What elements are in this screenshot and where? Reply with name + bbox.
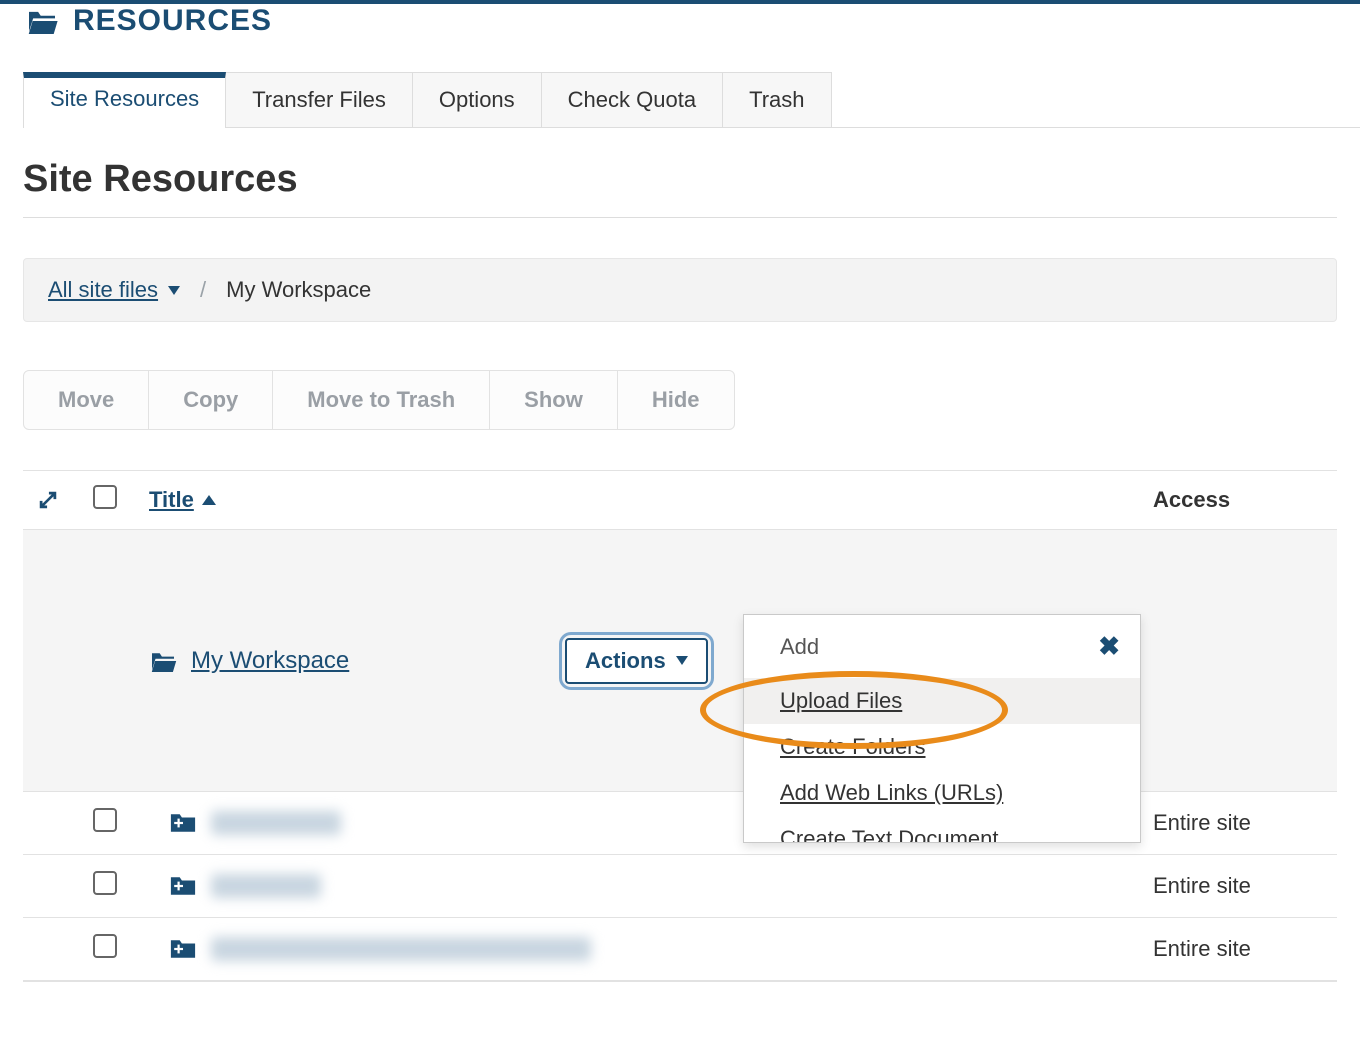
divider [23,217,1337,218]
access-label: Entire site [1153,936,1251,961]
caret-down-icon [676,656,688,665]
access-label: Entire site [1153,810,1251,835]
folder-closed-icon[interactable] [169,812,197,834]
dropdown-item-upload-files[interactable]: Upload Files [744,678,1140,724]
row-checkbox[interactable] [93,808,117,832]
tool-title: RESOURCES [73,4,272,38]
page-title: Site Resources [23,158,1360,201]
move-to-trash-button[interactable]: Move to Trash [272,370,490,430]
access-label: Entire site [1153,873,1251,898]
redacted-folder-name [211,937,591,961]
tab-bar: Site Resources Transfer Files Options Ch… [23,72,1360,128]
dropdown-header: Add ✖ [744,615,1140,678]
move-button[interactable]: Move [23,370,149,430]
actions-dropdown: Add ✖ Upload Files Create Folders Add We… [743,614,1141,843]
resources-table: Title Access My Workspace Actions [23,470,1337,982]
dropdown-item-add-web-links[interactable]: Add Web Links (URLs) [744,770,1140,816]
tab-site-resources[interactable]: Site Resources [23,72,226,127]
folder-open-icon [25,8,59,34]
dropdown-item-create-text-document[interactable]: Create Text Document [744,816,1140,842]
actions-button[interactable]: Actions [565,638,708,684]
column-header-title: Title [149,487,963,513]
tab-trash[interactable]: Trash [722,72,831,127]
expand-all-icon[interactable] [37,489,93,511]
tool-header: RESOURCES [0,4,1360,48]
table-row: Entire site [23,918,1337,981]
root-folder-row: My Workspace Actions Add ✖ Upload Files … [23,530,1337,792]
dropdown-item-create-folders[interactable]: Create Folders [744,724,1140,770]
actions-button-focus-ring: Actions [565,638,708,684]
tab-transfer-files[interactable]: Transfer Files [225,72,413,127]
breadcrumb-root-label: All site files [48,277,158,303]
actions-button-label: Actions [585,648,666,674]
table-header-row: Title Access [23,471,1337,530]
close-icon[interactable]: ✖ [1098,631,1120,662]
redacted-folder-name [211,874,321,898]
row-checkbox[interactable] [93,871,117,895]
column-title-label: Title [149,487,194,513]
breadcrumb-root-link[interactable]: All site files [48,277,180,303]
breadcrumb-separator: / [200,277,206,303]
select-all-checkbox-cell [93,485,149,515]
folder-closed-icon[interactable] [169,938,197,960]
tab-check-quota[interactable]: Check Quota [541,72,723,127]
sort-by-title[interactable]: Title [149,487,216,513]
dropdown-header-label: Add [780,634,819,660]
redacted-folder-name [211,811,341,835]
tab-options[interactable]: Options [412,72,542,127]
hide-button[interactable]: Hide [617,370,735,430]
bulk-action-toolbar: Move Copy Move to Trash Show Hide [23,370,1337,430]
table-row: Entire site [23,855,1337,918]
folder-closed-icon[interactable] [169,875,197,897]
breadcrumb: All site files / My Workspace [23,258,1337,322]
copy-button[interactable]: Copy [148,370,273,430]
caret-down-icon [168,286,180,295]
root-folder-link[interactable]: My Workspace [191,647,349,675]
breadcrumb-current: My Workspace [226,277,371,303]
column-header-access: Access [1153,487,1323,513]
folder-open-icon [149,650,177,672]
row-checkbox[interactable] [93,934,117,958]
show-button[interactable]: Show [489,370,618,430]
select-all-checkbox[interactable] [93,485,117,509]
sort-asc-icon [202,495,216,505]
